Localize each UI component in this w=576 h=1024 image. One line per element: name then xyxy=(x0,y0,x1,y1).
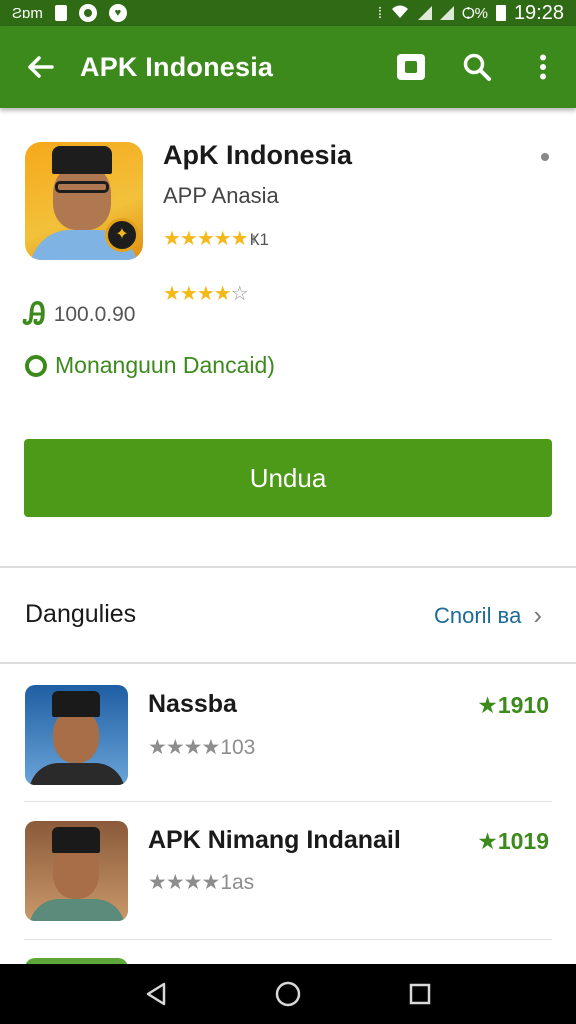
download-status: Monanguun Dancaid) xyxy=(25,352,275,379)
status-bar: Ƨɒm ♥ ⁞ Ѻ% 19:28 xyxy=(0,0,576,26)
app-name: ApK Indonesia xyxy=(163,140,353,170)
battery-icon xyxy=(495,5,506,21)
install-button[interactable]: Undua xyxy=(24,439,552,517)
back-triangle-icon xyxy=(146,982,166,1006)
size-glyph-icon: Ꭿ xyxy=(24,298,46,331)
clock: 19:28 xyxy=(513,1,564,24)
more-vert-icon xyxy=(540,54,546,80)
overflow-dot-icon[interactable] xyxy=(541,153,549,161)
list-item-name[interactable]: Nassba xyxy=(148,690,237,719)
heart-icon: ♥ xyxy=(108,4,127,22)
nav-home-button[interactable] xyxy=(258,964,318,1024)
status-ring-icon xyxy=(25,354,47,377)
carrier-label: Ƨɒm xyxy=(12,4,43,22)
list-item-count: 103 xyxy=(220,736,256,759)
list-item-name[interactable]: APK Nimang Indanail xyxy=(148,826,401,855)
star-icon: ★★★★★ xyxy=(163,228,249,250)
app-bar: APK Indonesia xyxy=(0,26,576,108)
app-icon-cap xyxy=(52,146,112,174)
thumb-face xyxy=(53,845,99,899)
list-item-rating: ★★★★103 xyxy=(148,735,255,760)
section-title: Dangulies xyxy=(25,600,137,628)
thumb-cap xyxy=(52,827,100,853)
more-label: Cnoril xyxy=(434,602,492,628)
rating-stars: ★★★★★ Ҝ1 xyxy=(163,226,269,251)
system-nav-bar xyxy=(0,964,576,1024)
thumb-shirt xyxy=(29,763,125,785)
battery-percent: Ѻ% xyxy=(462,4,488,22)
app-icon: ✦ xyxy=(25,142,143,260)
wifi-icon xyxy=(390,3,410,23)
app-size: 100.0.90 xyxy=(53,303,136,326)
home-circle-icon xyxy=(275,981,301,1007)
screen-record-icon xyxy=(397,54,425,80)
app-icon-glasses xyxy=(55,181,109,193)
screen-record-button[interactable] xyxy=(378,26,444,108)
nav-recents-button[interactable] xyxy=(390,964,450,1024)
more-options-button[interactable] xyxy=(510,26,576,108)
list-item-thumbnail[interactable] xyxy=(25,685,128,785)
app-icon-badge: ✦ xyxy=(105,218,139,252)
star-icon: ★★★★ xyxy=(148,871,220,894)
list-item-price: ★1019 xyxy=(477,828,549,854)
list-item-count: 1as xyxy=(220,871,255,894)
notification-icon xyxy=(54,5,67,21)
star-icon: ★★★★ xyxy=(148,736,220,759)
signal-icon xyxy=(418,6,433,20)
thumb-face xyxy=(53,709,99,763)
rating-suffix: Ҝ1 xyxy=(249,230,270,249)
sync-icon xyxy=(78,4,97,22)
signal-2-icon xyxy=(440,6,455,20)
list-item-price: ★1910 xyxy=(477,692,549,718)
row-divider xyxy=(24,939,552,940)
section-more-link[interactable]: Cnoril ʙa › xyxy=(434,600,542,631)
user-rating-stars[interactable]: ★★★★☆ xyxy=(163,281,249,306)
search-icon xyxy=(463,53,491,81)
section-divider xyxy=(0,566,576,568)
developer-link[interactable]: APP Anasia xyxy=(163,183,279,209)
nav-back-button[interactable] xyxy=(126,964,186,1024)
thumb-shirt xyxy=(29,899,125,921)
recents-square-icon xyxy=(409,983,431,1005)
list-item-thumbnail[interactable] xyxy=(25,821,128,921)
download-status-text: Monanguun Dancaid) xyxy=(55,352,275,378)
star-empty-icon: ☆ xyxy=(230,283,249,305)
search-button[interactable] xyxy=(444,26,510,108)
vibrate-icon: ⁞ xyxy=(377,4,383,22)
thumb-cap xyxy=(52,691,100,717)
arrow-left-icon xyxy=(28,56,54,78)
more-badge: ʙa xyxy=(497,602,522,628)
chevron-right-icon: › xyxy=(533,600,543,630)
star-icon: ★★★★ xyxy=(163,283,232,305)
size-info: Ꭿ 100.0.90 xyxy=(24,298,135,332)
page-title: APK Indonesia xyxy=(80,51,274,82)
back-button[interactable] xyxy=(0,26,80,108)
list-item-rating: ★★★★1as xyxy=(148,870,254,895)
